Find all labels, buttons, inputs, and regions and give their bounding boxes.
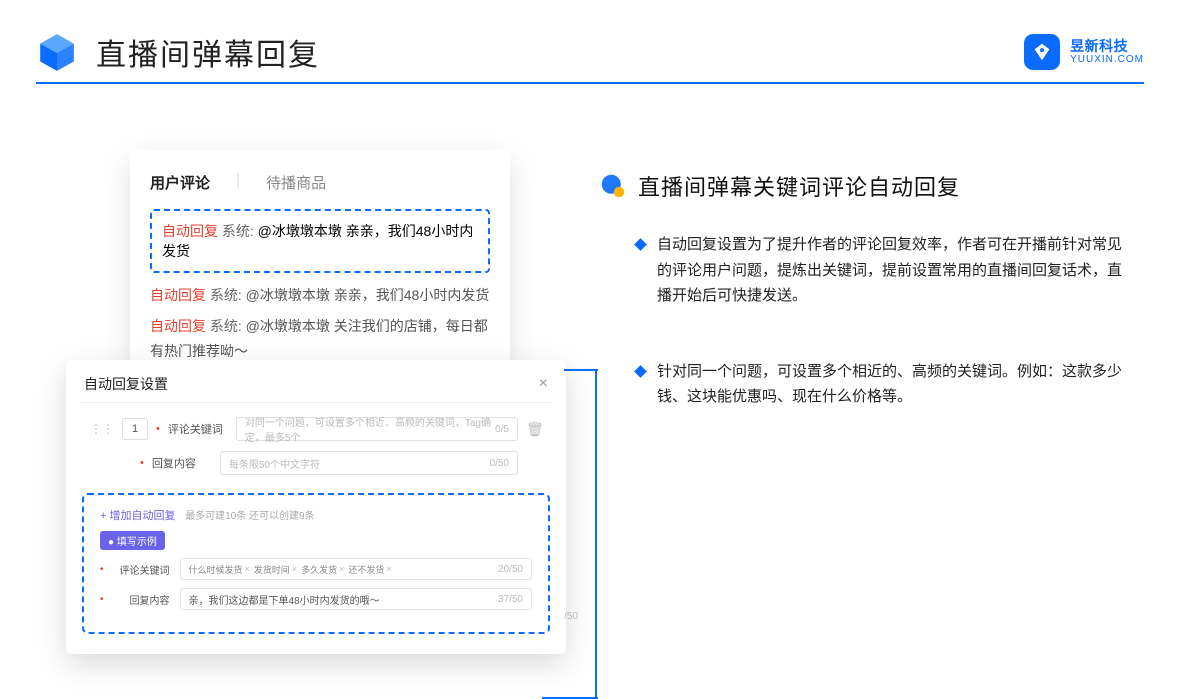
order-box[interactable]: 1	[122, 418, 148, 440]
comment-line: 自动回复 系统: @冰墩墩本墩 亲亲，我们48小时内发货	[150, 283, 490, 308]
auto-reply-tag: 自动回复	[162, 223, 218, 239]
highlighted-comment: 自动回复 系统: @冰墩墩本墩 亲亲，我们48小时内发货	[150, 209, 490, 273]
example-badge: ● 填写示例	[100, 531, 165, 550]
bullet-item: 自动回复设置为了提升作者的评论回复效率，作者可在开播前针对常见的评论用户问题，提…	[636, 232, 1130, 309]
connector-line	[575, 369, 597, 699]
brand-logo: 昱新科技 YUUXIN.COM	[1024, 34, 1144, 70]
content-label: 回复内容	[152, 455, 212, 471]
example-box: + 增加自动回复 最多可建10条 还可以创建9条 ● 填写示例 • 评论关键词 …	[82, 493, 550, 634]
brand-name-en: YUUXIN.COM	[1070, 54, 1144, 65]
drag-handle-icon[interactable]: ⋮⋮	[90, 422, 114, 436]
example-keyword-label: 评论关键词	[114, 562, 170, 577]
comments-card: 用户评论 | 待播商品 自动回复 系统: @冰墩墩本墩 亲亲，我们48小时内发货…	[130, 150, 510, 395]
brand-badge-icon	[1024, 34, 1060, 70]
header-divider	[36, 82, 1144, 84]
page-title: 直播间弹幕回复	[96, 30, 320, 74]
delete-icon[interactable]: 🗑	[526, 421, 542, 438]
brand-name-cn: 昱新科技	[1070, 39, 1144, 54]
add-note: 最多可建10条 还可以创建9条	[185, 511, 314, 522]
example-content-input[interactable]: 亲，我们这边都是下单48小时内发货的哦～ 37/50	[180, 588, 532, 610]
auto-reply-settings-card: 自动回复设置 × ⋮⋮ 1 • 评论关键词 对同一个问题，可设置多个相近、高频的…	[66, 360, 566, 654]
example-content-label: 回复内容	[114, 592, 170, 607]
diamond-bullet-icon	[634, 365, 647, 378]
tab-pending-goods[interactable]: 待播商品	[266, 172, 326, 193]
tab-user-comments[interactable]: 用户评论	[150, 172, 210, 193]
add-auto-reply-link[interactable]: + 增加自动回复	[100, 510, 175, 522]
diamond-bullet-icon	[634, 238, 647, 251]
example-keyword-input[interactable]: 什么时候发货 发货时间 多久发货 还不发货 20/50	[180, 558, 532, 580]
keyword-input[interactable]: 对同一个问题，可设置多个相近、高频的关键词，Tag确定，最多5个 0/5	[236, 417, 518, 441]
settings-title: 自动回复设置	[84, 374, 168, 394]
content-input[interactable]: 每条限50个中文字符 0/50	[220, 451, 518, 475]
section-subhead: 直播间弹幕关键词评论自动回复	[638, 170, 960, 202]
tabs: 用户评论 | 待播商品	[150, 172, 490, 193]
chat-bubble-icon	[600, 173, 626, 199]
comment-line: 自动回复 系统: @冰墩墩本墩 关注我们的店铺，每日都有热门推荐呦～	[150, 314, 490, 364]
cube-icon	[36, 31, 78, 73]
bullet-item: 针对同一个问题，可设置多个相近的、高频的关键词。例如：这款多少钱、这块能优惠吗、…	[636, 359, 1130, 410]
close-icon[interactable]: ×	[539, 375, 548, 393]
keyword-label: 评论关键词	[168, 421, 228, 437]
